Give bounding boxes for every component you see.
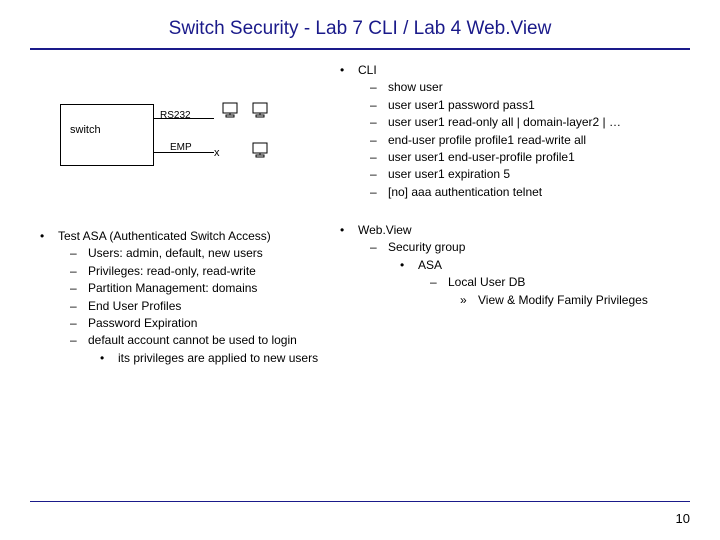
- cli-item: user user1 read-only all | domain-layer2…: [370, 114, 621, 131]
- webview-item: View & Modify Family Privileges: [460, 292, 648, 309]
- slide-title: Switch Security - Lab 7 CLI / Lab 4 Web.…: [0, 0, 720, 48]
- switch-label: switch: [70, 124, 101, 136]
- asa-item: Privileges: read-only, read-write: [70, 263, 340, 280]
- webview-heading: Web.View: [340, 222, 648, 239]
- asa-heading: Test ASA (Authenticated Switch Access): [40, 228, 340, 245]
- cli-item: end-user profile profile1 read-write all: [370, 132, 621, 149]
- asa-item: Users: admin, default, new users: [70, 245, 340, 262]
- terminal-icon: [250, 140, 270, 160]
- asa-item: default account cannot be used to login: [70, 332, 340, 349]
- rs232-label: RS232: [160, 110, 191, 121]
- page-number: 10: [676, 511, 690, 526]
- rs232-line: [154, 118, 214, 119]
- cli-heading: CLI: [340, 62, 621, 79]
- webview-item: Local User DB: [430, 274, 648, 291]
- cli-list: CLI show user user user1 password pass1 …: [340, 62, 621, 201]
- asa-item: Password Expiration: [70, 315, 340, 332]
- webview-item: Security group: [370, 239, 648, 256]
- webview-item: ASA: [400, 257, 648, 274]
- network-diagram: switch RS232 EMP x: [60, 98, 320, 188]
- cli-item: [no] aaa authentication telnet: [370, 184, 621, 201]
- cli-item: user user1 expiration 5: [370, 166, 621, 183]
- terminal-icon: [250, 100, 270, 120]
- asa-list: Test ASA (Authenticated Switch Access) U…: [40, 228, 340, 367]
- asa-item: Partition Management: domains: [70, 280, 340, 297]
- emp-cross-icon: x: [214, 147, 220, 159]
- cli-item: user user1 end-user-profile profile1: [370, 149, 621, 166]
- asa-subitem: its privileges are applied to new users: [100, 350, 340, 367]
- slide-content: switch RS232 EMP x CLI show user user us…: [0, 50, 720, 70]
- cli-item: show user: [370, 79, 621, 96]
- webview-list: Web.View Security group ASA Local User D…: [340, 222, 648, 309]
- asa-item: End User Profiles: [70, 298, 340, 315]
- footer-rule: [30, 501, 690, 502]
- terminal-icon: [220, 100, 240, 120]
- cli-item: user user1 password pass1: [370, 97, 621, 114]
- emp-line: [154, 152, 214, 153]
